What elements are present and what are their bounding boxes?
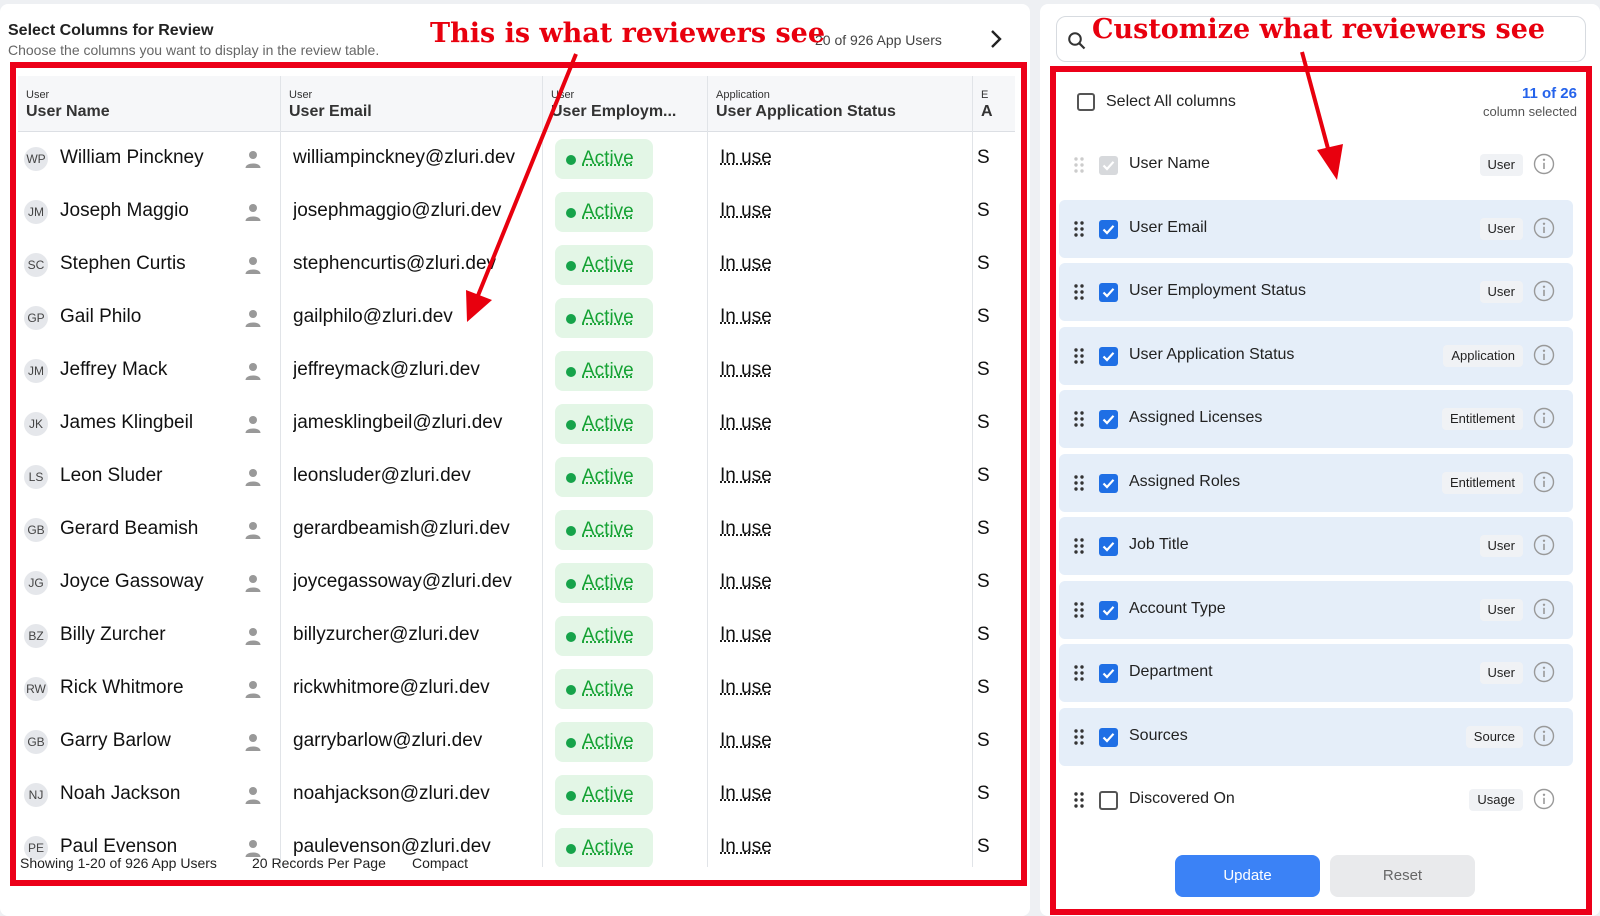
- highlight-box-table: [10, 62, 1027, 886]
- chevron-right-icon: [991, 30, 1002, 48]
- record-count: 20 of 926 App Users: [815, 32, 942, 48]
- update-button[interactable]: Update: [1175, 855, 1320, 897]
- callout-right: Customize what reviewers see: [1092, 14, 1546, 45]
- reset-button[interactable]: Reset: [1330, 855, 1475, 897]
- page-title: Select Columns for Review: [8, 22, 214, 39]
- page-subtitle: Choose the columns you want to display i…: [8, 42, 380, 58]
- callout-left: This is what reviewers see: [430, 18, 826, 49]
- highlight-box-panel: [1050, 66, 1592, 915]
- search-icon: [1068, 32, 1086, 50]
- next-page-button[interactable]: [984, 24, 1008, 54]
